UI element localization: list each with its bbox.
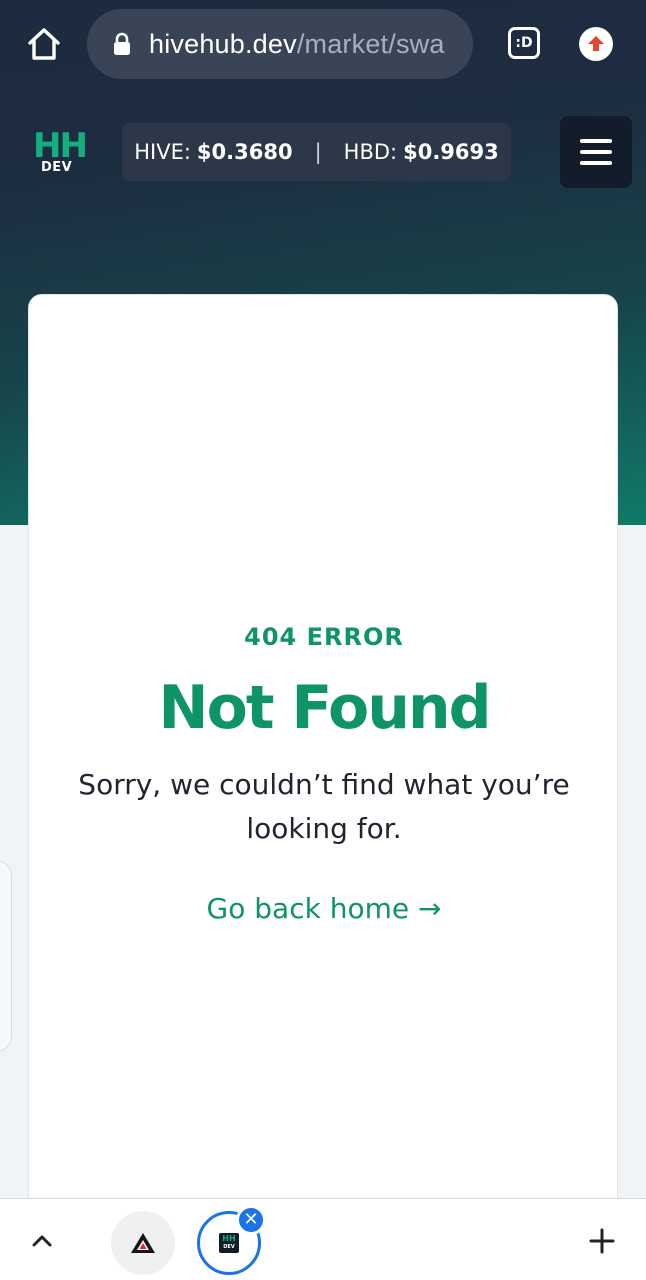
hbd-price-value: $0.9693 (403, 140, 499, 164)
browser-home-button[interactable] (22, 24, 66, 64)
bottom-tab-bar: HH DEV ✕ (0, 1198, 646, 1280)
price-ticker: HIVE: $0.3680 | HBD: $0.9693 (122, 123, 511, 181)
error-card: 404 ERROR Not Found Sorry, we couldn’t f… (28, 294, 618, 1234)
hive-price-label: HIVE: (134, 140, 191, 164)
close-icon: ✕ (243, 1209, 259, 1230)
lock-icon (114, 32, 130, 55)
error-code: 404 ERROR (244, 623, 404, 651)
tab-thumbnail-other[interactable] (111, 1211, 175, 1275)
site-logo[interactable]: HH DEV (33, 126, 88, 174)
chevron-up-icon[interactable] (30, 1229, 54, 1253)
url-domain: hivehub.dev (149, 28, 297, 59)
go-back-home-link[interactable]: Go back home → (29, 892, 619, 925)
menu-button[interactable] (560, 116, 632, 188)
tab-switcher-label: :D (515, 35, 533, 51)
url-path: /market/swa (296, 28, 445, 59)
arrow-up-icon (588, 36, 604, 51)
browser-toolbar: hivehub.dev/market/swa :D (0, 0, 646, 88)
hbd-price-label: HBD: (343, 140, 398, 164)
tab-switcher-button[interactable]: :D (508, 27, 540, 59)
address-bar[interactable]: hivehub.dev/market/swa (87, 9, 473, 79)
home-icon (28, 28, 60, 60)
hamburger-icon-line (580, 139, 612, 143)
tab-favicon-top: HH (222, 1234, 236, 1243)
side-panel-handle[interactable] (0, 860, 12, 1052)
tab-favicon-bottom: DEV (223, 1244, 235, 1250)
price-separator: | (314, 140, 322, 164)
site-favicon-icon (131, 1233, 155, 1253)
logo-mark: HH (33, 126, 88, 166)
hive-price-value: $0.3680 (196, 140, 293, 164)
url-text: hivehub.dev/market/swa (149, 29, 445, 60)
hamburger-icon-line (580, 161, 612, 165)
tab-favicon: HH DEV (219, 1233, 239, 1253)
hamburger-icon-line (580, 150, 612, 154)
error-title: Not Found (158, 673, 491, 743)
close-tab-button[interactable]: ✕ (236, 1205, 266, 1235)
error-message: Sorry, we couldn’t find what you’re look… (78, 768, 570, 845)
browser-update-button[interactable] (579, 27, 613, 61)
new-tab-plus-icon[interactable] (588, 1227, 616, 1255)
